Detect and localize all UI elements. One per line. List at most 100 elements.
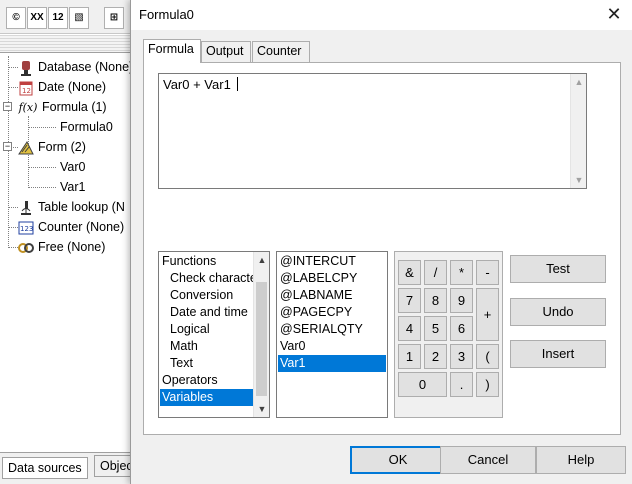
tree-connector bbox=[8, 247, 18, 248]
variable-list[interactable]: @INTERCUT @LABELCPY @LABNAME @PAGECPY @S… bbox=[276, 251, 388, 418]
toolbar-button-barcode-icon[interactable]: XX bbox=[27, 7, 47, 29]
key-plus[interactable]: + bbox=[476, 288, 499, 341]
category-item[interactable]: Conversion bbox=[168, 287, 233, 304]
toolbar-button-copyright-icon[interactable]: © bbox=[6, 7, 26, 29]
key-ampersand[interactable]: & bbox=[398, 260, 421, 285]
tree-connector bbox=[8, 207, 18, 208]
tree-item-label: Counter (None) bbox=[38, 220, 125, 234]
key-minus[interactable]: - bbox=[476, 260, 499, 285]
variable-item[interactable]: @INTERCUT bbox=[278, 253, 356, 270]
scroll-down-icon[interactable]: ▼ bbox=[254, 401, 269, 417]
svg-text:12: 12 bbox=[22, 87, 31, 95]
variable-item[interactable]: @SERIALQTY bbox=[278, 321, 363, 338]
tree-item-formula[interactable]: f(x) Formula (1) bbox=[18, 97, 107, 117]
panel-header bbox=[0, 35, 140, 53]
variable-item-selected[interactable]: Var1 bbox=[278, 355, 386, 372]
tree-connector bbox=[8, 87, 18, 88]
category-item[interactable]: Functions bbox=[160, 253, 216, 270]
key-6[interactable]: 6 bbox=[450, 316, 473, 341]
toolbar-button-tree-icon[interactable]: ⊞ bbox=[104, 7, 124, 29]
formula-text: Var0 + Var1 bbox=[163, 77, 231, 92]
tree-item-table-lookup[interactable]: Table lookup (N bbox=[18, 197, 125, 217]
tree-connector bbox=[28, 167, 56, 168]
key-close-paren[interactable]: ) bbox=[476, 372, 499, 397]
close-icon[interactable]: ✕ bbox=[600, 2, 628, 26]
microscope-icon bbox=[18, 200, 34, 216]
tree-item-label: Formula (1) bbox=[42, 100, 107, 114]
category-item[interactable]: Check characte bbox=[168, 270, 257, 287]
tree-item-label: Date (None) bbox=[38, 80, 107, 94]
undo-button[interactable]: Undo bbox=[510, 298, 606, 326]
function-icon: f(x) bbox=[18, 100, 38, 114]
key-1[interactable]: 1 bbox=[398, 344, 421, 369]
key-8[interactable]: 8 bbox=[424, 288, 447, 313]
tree-item-var1[interactable]: Var1 bbox=[60, 177, 85, 197]
tree-item-date[interactable]: 12 Date (None) bbox=[18, 77, 106, 97]
text-caret bbox=[236, 77, 238, 91]
tab-formula[interactable]: Formula bbox=[143, 39, 201, 63]
tree-connector bbox=[28, 127, 56, 128]
key-9[interactable]: 9 bbox=[450, 288, 473, 313]
toolbar-button-number-icon[interactable]: 12 bbox=[48, 7, 68, 29]
category-item[interactable]: Date and time bbox=[168, 304, 248, 321]
key-dot[interactable]: . bbox=[450, 372, 473, 397]
formula-editor[interactable]: Var0 + Var1 ▲ ▼ bbox=[158, 73, 587, 189]
scroll-thumb[interactable] bbox=[256, 282, 267, 396]
tree-item-database[interactable]: Database (None) bbox=[18, 57, 133, 77]
formula-tab-panel: Var0 + Var1 ▲ ▼ Functions Check characte… bbox=[143, 62, 621, 435]
variable-item[interactable]: @LABNAME bbox=[278, 287, 352, 304]
tree-item-label: Form (2) bbox=[38, 140, 86, 154]
tab-output[interactable]: Output bbox=[201, 41, 251, 62]
tree-connector bbox=[28, 187, 56, 188]
tree-expander-form[interactable]: − bbox=[3, 142, 12, 151]
key-0[interactable]: 0 bbox=[398, 372, 447, 397]
tab-counter[interactable]: Counter bbox=[252, 41, 310, 62]
tree-item-form[interactable]: Form (2) bbox=[18, 137, 86, 157]
tree-item-free[interactable]: Free (None) bbox=[18, 237, 105, 257]
variable-item[interactable]: Var0 bbox=[278, 338, 305, 355]
tab-data-sources[interactable]: Data sources bbox=[2, 457, 88, 479]
key-multiply[interactable]: * bbox=[450, 260, 473, 285]
background-toolbar: © XX 12 ▧ ⊞ bbox=[0, 0, 140, 34]
key-7[interactable]: 7 bbox=[398, 288, 421, 313]
formula-scrollbar[interactable]: ▲ ▼ bbox=[570, 74, 586, 188]
key-4[interactable]: 4 bbox=[398, 316, 421, 341]
bottom-tab-strip: Data sources Objec bbox=[0, 452, 140, 484]
tree-item-label: Formula0 bbox=[60, 120, 113, 134]
scroll-down-icon[interactable]: ▼ bbox=[571, 172, 587, 188]
insert-button[interactable]: Insert bbox=[510, 340, 606, 368]
cancel-button[interactable]: Cancel bbox=[440, 446, 536, 474]
tree-item-formula0[interactable]: Formula0 bbox=[60, 117, 113, 137]
category-item[interactable]: Math bbox=[168, 338, 198, 355]
scroll-up-icon[interactable]: ▲ bbox=[571, 74, 587, 90]
key-2[interactable]: 2 bbox=[424, 344, 447, 369]
help-button[interactable]: Help bbox=[536, 446, 626, 474]
dialog-titlebar[interactable]: Formula0 ✕ bbox=[131, 0, 632, 30]
formula-dialog: Formula0 ✕ Formula Output Counter Var0 +… bbox=[130, 0, 632, 484]
key-open-paren[interactable]: ( bbox=[476, 344, 499, 369]
ok-button[interactable]: OK bbox=[350, 446, 446, 474]
tree-connector bbox=[8, 227, 18, 228]
scroll-up-icon[interactable]: ▲ bbox=[254, 252, 269, 268]
tree-item-label: Table lookup (N bbox=[38, 200, 125, 214]
key-5[interactable]: 5 bbox=[424, 316, 447, 341]
tree-item-label: Var1 bbox=[60, 180, 86, 194]
variable-item[interactable]: @PAGECPY bbox=[278, 304, 352, 321]
category-item-selected[interactable]: Variables bbox=[160, 389, 254, 406]
category-item[interactable]: Logical bbox=[168, 321, 210, 338]
tree-expander-formula[interactable]: − bbox=[3, 102, 12, 111]
category-item[interactable]: Operators bbox=[160, 372, 218, 389]
category-item[interactable]: Text bbox=[168, 355, 193, 372]
counter-icon: 123 bbox=[18, 220, 34, 236]
category-scrollbar[interactable]: ▲ ▼ bbox=[253, 252, 269, 417]
test-button[interactable]: Test bbox=[510, 255, 606, 283]
tree-item-var0[interactable]: Var0 bbox=[60, 157, 85, 177]
category-list[interactable]: Functions Check characte Conversion Date… bbox=[158, 251, 270, 418]
variable-item[interactable]: @LABELCPY bbox=[278, 270, 357, 287]
toolbar-button-form-icon[interactable]: ▧ bbox=[69, 7, 89, 29]
dialog-title: Formula0 bbox=[139, 7, 194, 22]
calendar-icon: 12 bbox=[18, 80, 34, 96]
key-divide[interactable]: / bbox=[424, 260, 447, 285]
tree-item-counter[interactable]: 123 Counter (None) bbox=[18, 217, 124, 237]
key-3[interactable]: 3 bbox=[450, 344, 473, 369]
